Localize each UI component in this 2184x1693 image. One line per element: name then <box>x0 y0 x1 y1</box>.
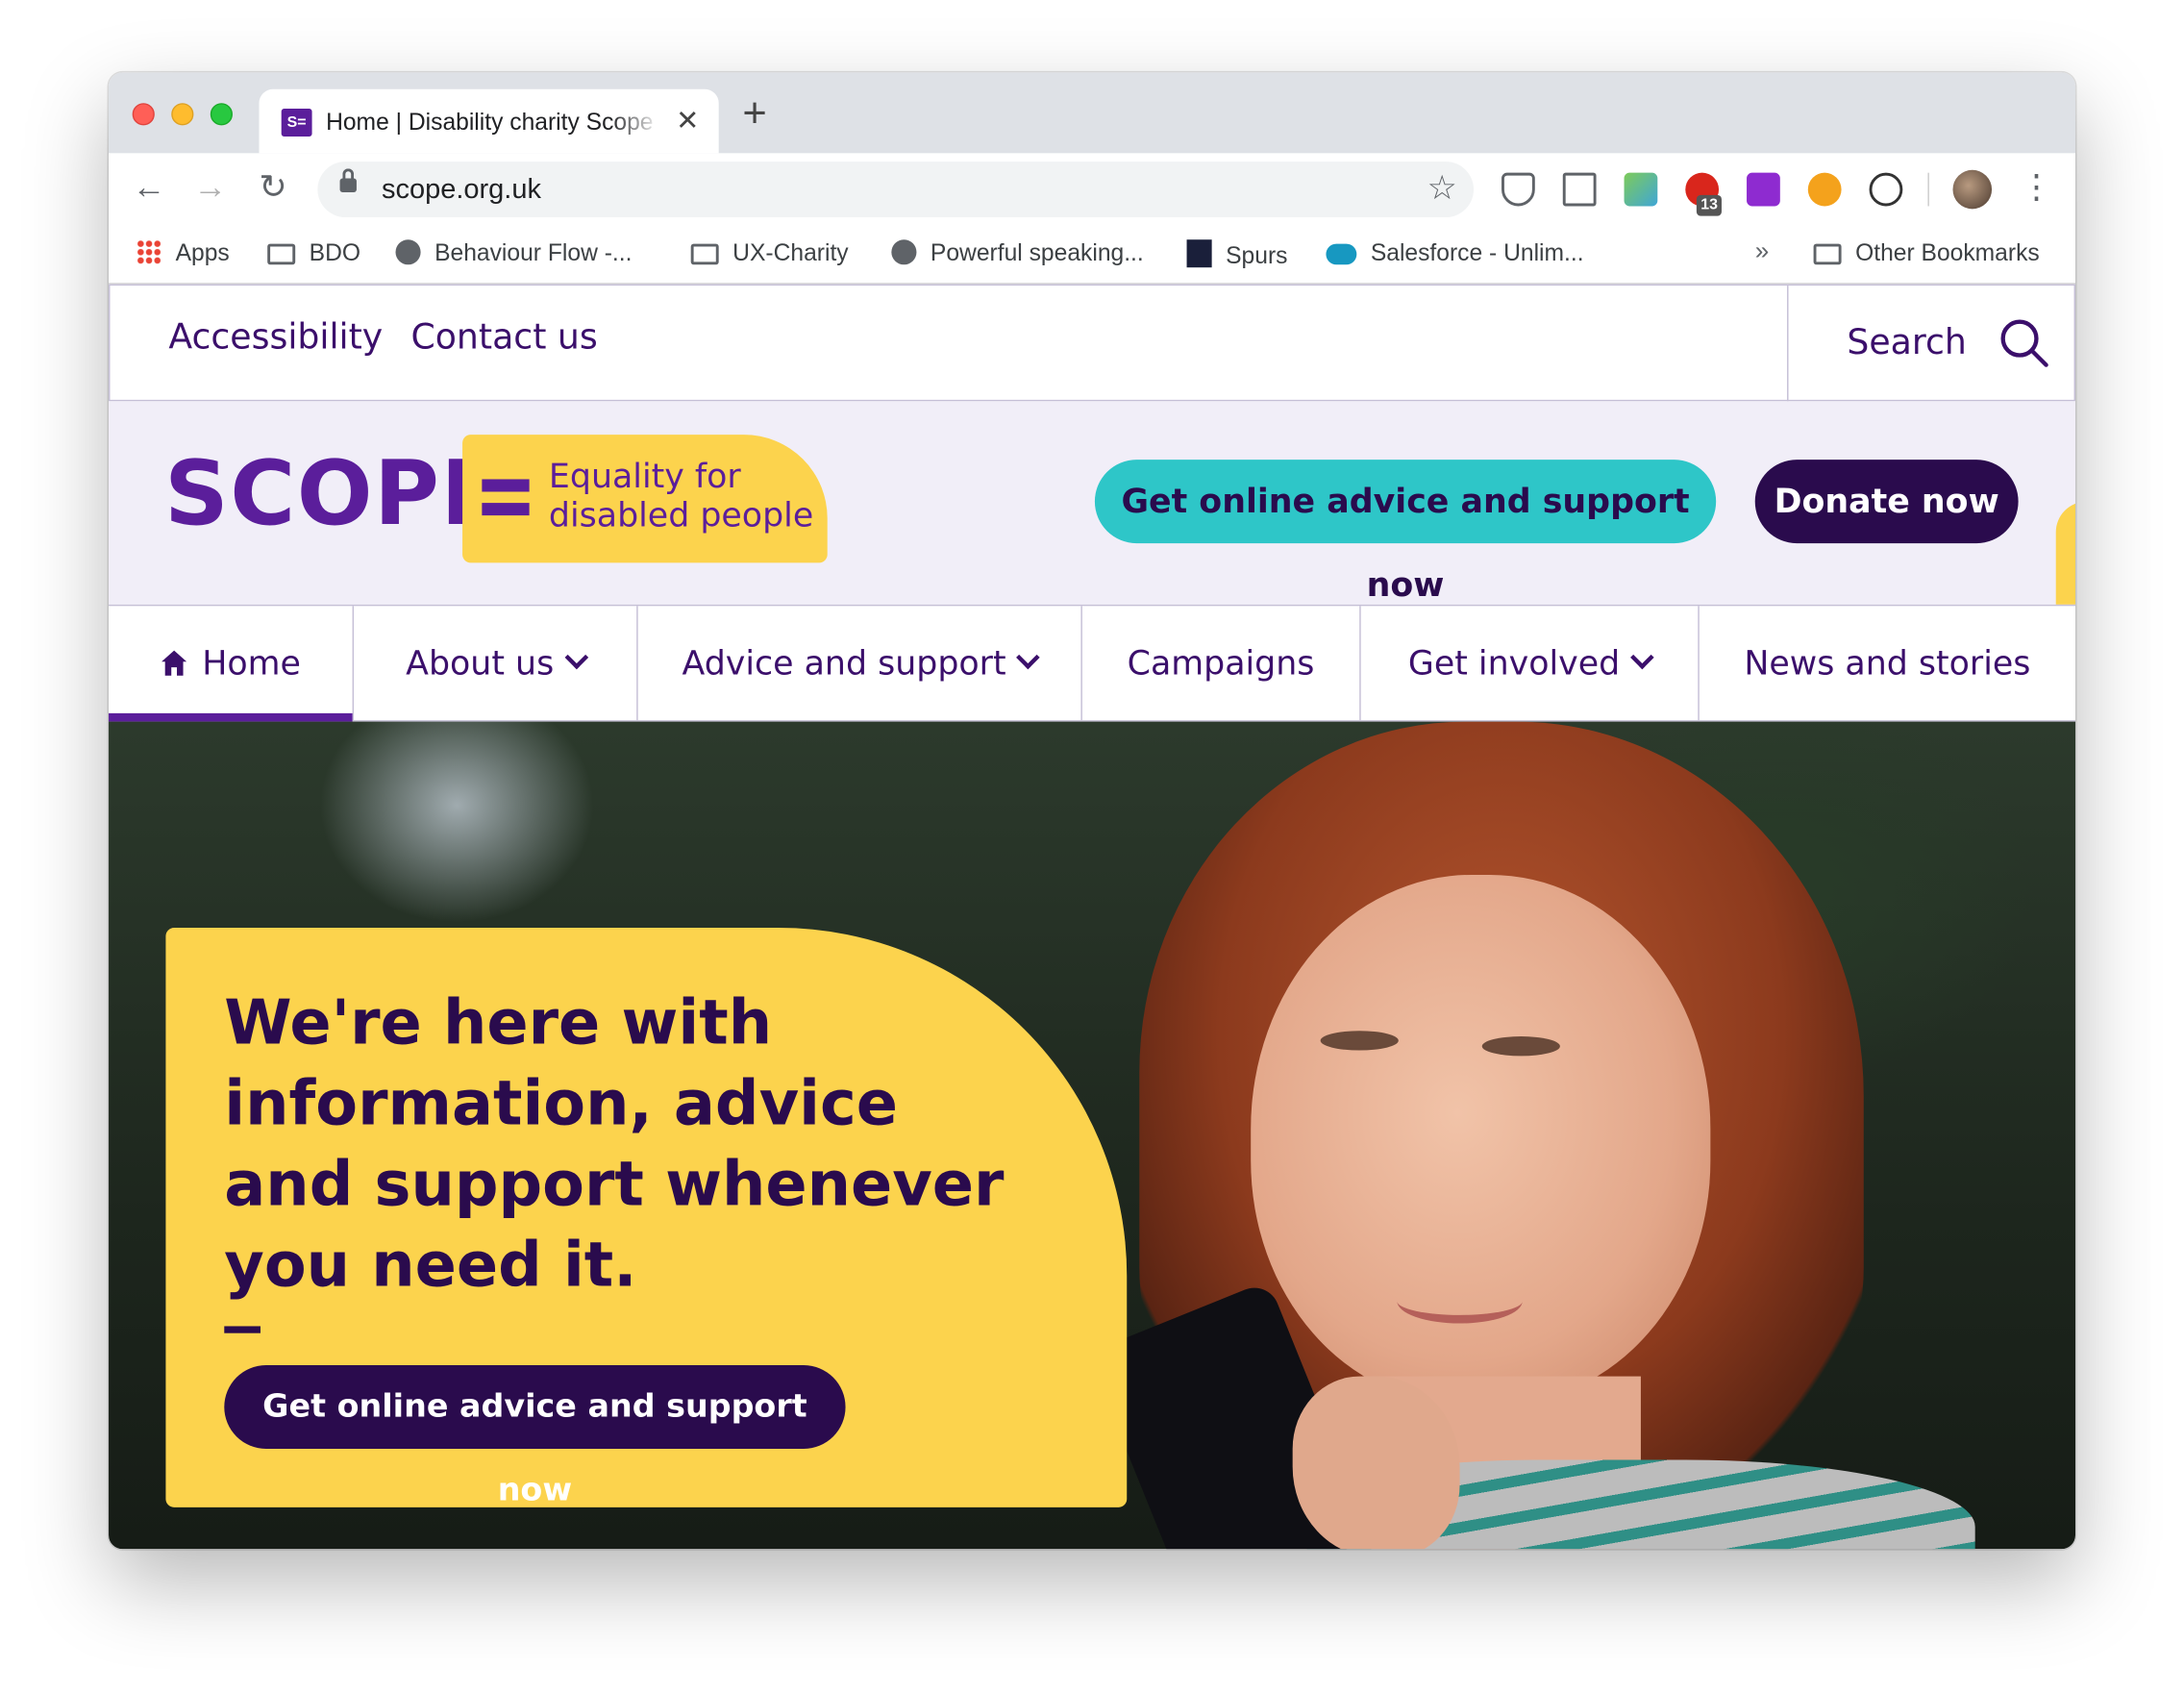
bookmark-other[interactable]: Other Bookmarks <box>1813 239 2040 267</box>
reload-icon[interactable]: ↻ <box>252 167 293 209</box>
search-label: Search <box>1847 321 1967 362</box>
forward-arrow-icon[interactable]: → <box>189 167 231 209</box>
get-advice-button[interactable]: Get online advice and support now <box>1094 460 1717 605</box>
scope-favicon-icon: S= <box>281 109 312 137</box>
w-extension-icon[interactable] <box>1869 172 1903 207</box>
tab-title: Home | Disability charity Scope <box>326 109 654 136</box>
bookmark-star-icon[interactable]: ☆ <box>1427 168 1456 209</box>
scope-logo[interactable]: SCOPE <box>164 443 503 546</box>
menu-kebab-icon[interactable]: ⋮ <box>2020 167 2053 209</box>
folder-icon <box>267 243 296 265</box>
folder-icon <box>1813 243 1842 265</box>
bookmark-behaviour-flow[interactable]: Behaviour Flow -... <box>395 239 632 267</box>
chevron-down-icon <box>564 645 588 670</box>
utility-bar: Accessibility Contact us Search <box>109 284 2076 403</box>
globe-icon <box>891 239 917 265</box>
browser-window: S= Home | Disability charity Scope ✕ + ←… <box>109 72 2076 1550</box>
accessibility-link[interactable]: Accessibility <box>168 316 383 357</box>
close-window-button[interactable] <box>132 103 155 126</box>
address-bar[interactable]: scope.org.uk ☆ <box>317 162 1475 218</box>
folder-icon <box>690 243 719 265</box>
close-tab-icon[interactable]: ✕ <box>676 103 699 137</box>
hero-banner: We're here with information, advice and … <box>109 721 2076 1550</box>
hero-divider <box>224 1326 261 1333</box>
gear-extension-icon[interactable] <box>1807 172 1842 207</box>
bookmark-spurs[interactable]: Spurs <box>1186 239 1287 270</box>
hero-card: We're here with information, advice and … <box>165 928 1128 1508</box>
rp-extension-icon[interactable] <box>1747 172 1780 207</box>
nav-about-us[interactable]: About us <box>354 606 638 721</box>
donate-button[interactable]: Donate now <box>1754 460 2019 544</box>
screenshot-icon[interactable] <box>1562 172 1597 207</box>
globe-icon <box>395 239 421 265</box>
bookmark-apps[interactable]: Apps <box>136 239 230 267</box>
browser-tab[interactable]: S= Home | Disability charity Scope ✕ <box>259 88 719 154</box>
lock-icon <box>339 168 357 192</box>
spurs-icon <box>1186 239 1212 268</box>
equals-icon <box>482 477 530 516</box>
logo-tagline: Equality for disabled people <box>548 457 814 535</box>
maximize-window-button[interactable] <box>210 103 233 126</box>
browser-toolbar: ← → ↻ scope.org.uk ☆ 13 ⋮ <box>109 153 2076 226</box>
chevron-down-icon <box>1016 645 1041 670</box>
contact-link[interactable]: Contact us <box>410 316 597 357</box>
hero-title: We're here with information, advice and … <box>224 987 1005 1302</box>
bookmarks-bar: Apps BDO Behaviour Flow -... UX-Charity … <box>109 225 2076 285</box>
minimize-window-button[interactable] <box>171 103 194 126</box>
profile-avatar[interactable] <box>1952 169 1993 210</box>
eye-extension-icon[interactable] <box>1624 172 1658 207</box>
main-navigation: Home About us Advice and support Campaig… <box>109 604 2076 722</box>
search-icon <box>2000 319 2048 367</box>
extension-badge: 13 <box>1696 194 1723 216</box>
toolbar-divider <box>1927 172 1929 207</box>
search-button[interactable]: Search <box>1787 286 2073 403</box>
nav-advice-support[interactable]: Advice and support <box>638 606 1082 721</box>
nav-campaigns[interactable]: Campaigns <box>1082 606 1361 721</box>
new-tab-icon[interactable]: + <box>742 92 766 135</box>
nav-home[interactable]: Home <box>109 606 355 722</box>
bookmark-powerful-speaking[interactable]: Powerful speaking... <box>891 239 1144 267</box>
url-text: scope.org.uk <box>382 174 541 206</box>
bookmark-ux-charity[interactable]: UX-Charity <box>690 239 849 267</box>
decorative-shape <box>2055 501 2076 605</box>
brand-header: SCOPE Equality for disabled people Get o… <box>109 401 2076 605</box>
hero-advice-button[interactable]: Get online advice and support now <box>224 1365 846 1508</box>
pocket-icon[interactable] <box>1502 172 1535 207</box>
chevron-down-icon <box>1630 645 1654 670</box>
home-icon <box>161 650 187 676</box>
bookmark-salesforce[interactable]: Salesforce - Unlim... <box>1326 239 1584 267</box>
bookmarks-overflow-icon[interactable]: » <box>1755 237 1770 265</box>
salesforce-icon <box>1326 243 1357 265</box>
apps-grid-icon <box>136 239 162 265</box>
bookmark-bdo[interactable]: BDO <box>267 239 360 267</box>
logo-tagline-pill: Equality for disabled people <box>462 435 828 563</box>
nav-news-stories[interactable]: News and stories <box>1700 606 2075 720</box>
nav-get-involved[interactable]: Get involved <box>1361 606 1700 721</box>
tab-strip: S= Home | Disability charity Scope ✕ + <box>109 72 2076 154</box>
back-arrow-icon[interactable]: ← <box>128 167 169 209</box>
webpage: Accessibility Contact us Search SCOPE Eq… <box>109 284 2076 1550</box>
